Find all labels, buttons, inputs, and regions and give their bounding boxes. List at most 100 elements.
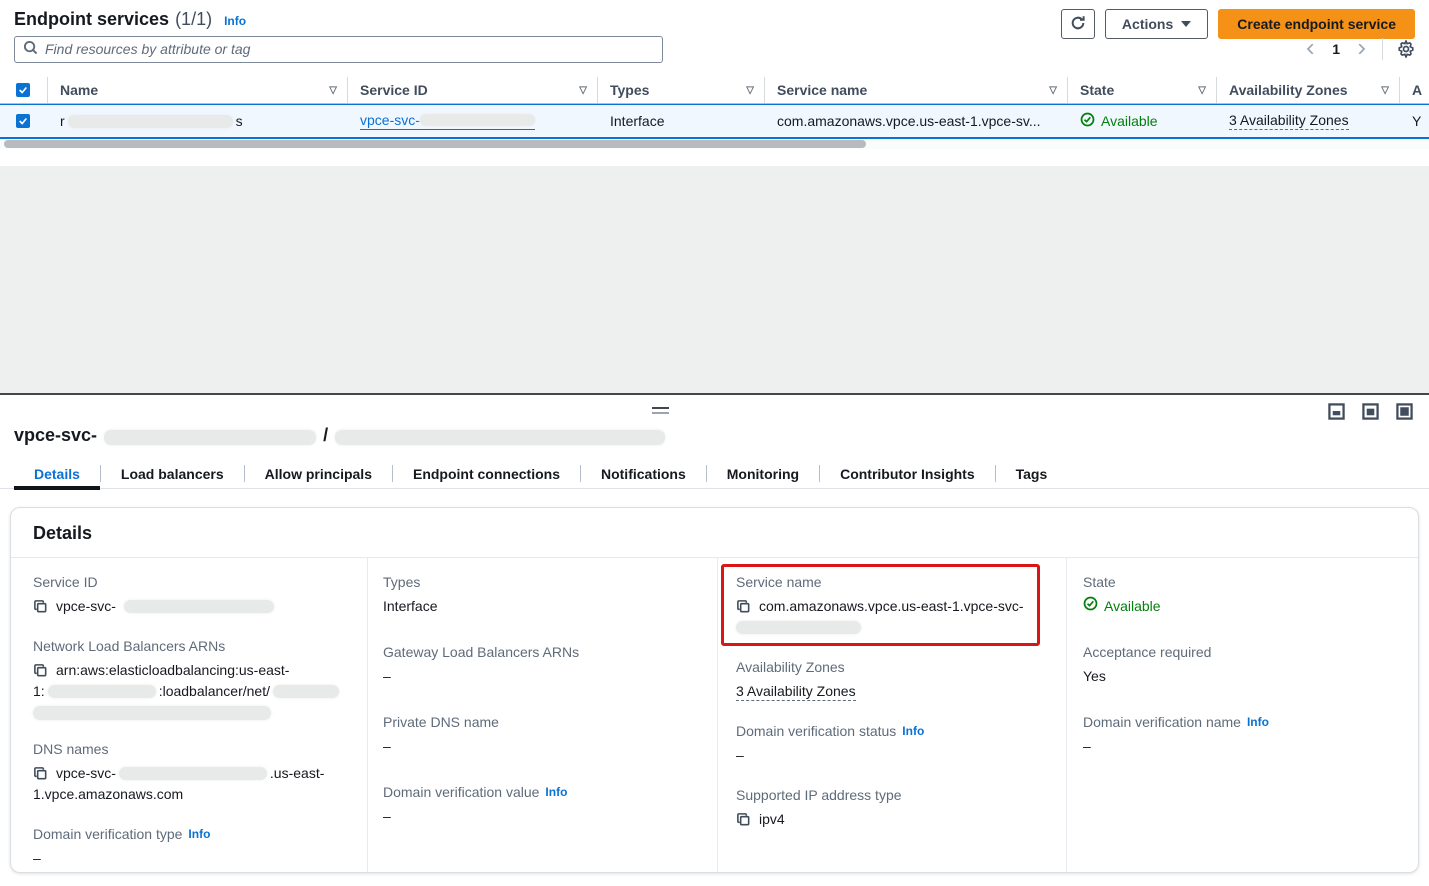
empty-value: – <box>383 806 699 827</box>
availability-zones-link[interactable]: 3 Availability Zones <box>1229 112 1349 130</box>
copy-icon[interactable] <box>33 766 48 781</box>
column-header-service-id[interactable]: Service ID ▽ <box>348 77 598 103</box>
column-header-label: A <box>1412 82 1422 98</box>
acceptance-value: Yes <box>1083 666 1400 687</box>
horizontal-scrollbar-thumb[interactable] <box>4 140 866 148</box>
panel-position-split-icon[interactable] <box>1362 403 1379 420</box>
field-label: Domain verification type <box>33 826 182 842</box>
refresh-icon <box>1070 15 1086 34</box>
select-all-checkbox[interactable] <box>16 83 30 97</box>
row-name-fragment: r <box>60 113 65 129</box>
field-label: Domain verification value <box>383 784 539 800</box>
filter-icon[interactable]: ▽ <box>329 85 337 96</box>
filter-icon[interactable]: ▽ <box>579 85 587 96</box>
field-label: Supported IP address type <box>736 787 1048 803</box>
filter-icon[interactable]: ▽ <box>1198 85 1206 96</box>
field-label: State <box>1083 574 1400 590</box>
service-id-link[interactable]: vpce-svc- <box>360 112 535 130</box>
status-badge: Available <box>1083 596 1400 617</box>
field-label: Types <box>383 574 699 590</box>
info-link[interactable]: Info <box>902 724 924 738</box>
filter-icon[interactable]: ▽ <box>1049 85 1057 96</box>
info-link[interactable]: Info <box>188 827 210 841</box>
next-page-button[interactable] <box>1354 42 1368 56</box>
row-acceptance-cell: Y <box>1400 105 1429 137</box>
copy-icon[interactable] <box>33 599 48 614</box>
dns-fragment: vpce-svc- <box>56 763 116 784</box>
types-value: Interface <box>383 596 699 617</box>
info-link[interactable]: Info <box>1247 715 1269 729</box>
field-label: Private DNS name <box>383 714 699 730</box>
content-background <box>0 166 1429 393</box>
field-dns-names: DNS names vpce-svc- .us-east- 1.vpce.ama… <box>33 741 349 805</box>
copy-icon[interactable] <box>736 599 751 614</box>
copy-icon[interactable] <box>33 663 48 678</box>
details-column-3: Service name com.amazonaws.vpce.us-east-… <box>718 558 1067 873</box>
select-all-cell <box>0 77 48 103</box>
actions-button[interactable]: Actions <box>1105 9 1208 39</box>
field-domain-verification-type: Domain verification type Info – <box>33 826 349 869</box>
row-state-cell: Available <box>1068 105 1217 137</box>
filter-icon[interactable]: ▽ <box>1381 85 1389 96</box>
panel-position-bottom-icon[interactable] <box>1328 403 1345 420</box>
endpoint-services-table: Name ▽ Service ID ▽ Types ▽ Service name… <box>0 77 1429 149</box>
details-column-4: State Available Acceptance required Yes <box>1067 558 1418 873</box>
column-header-name[interactable]: Name ▽ <box>48 77 348 103</box>
column-header-label: Name <box>60 82 98 98</box>
check-circle-icon <box>1083 596 1098 617</box>
column-header-availability-zones[interactable]: Availability Zones ▽ <box>1217 77 1400 103</box>
panel-position-full-icon[interactable] <box>1396 403 1413 420</box>
tab-allow-principals[interactable]: Allow principals <box>245 459 392 489</box>
status-badge: Available <box>1080 112 1158 130</box>
tab-monitoring[interactable]: Monitoring <box>707 459 819 489</box>
preferences-gear-button[interactable] <box>1397 40 1415 58</box>
row-name-cell: r s <box>48 105 348 137</box>
empty-value: – <box>1083 736 1400 757</box>
copy-icon[interactable] <box>736 812 751 827</box>
page-title: Endpoint services <box>14 9 169 30</box>
panel-title-prefix: vpce-svc- <box>14 425 97 446</box>
tab-tags[interactable]: Tags <box>996 459 1068 489</box>
column-header-acceptance[interactable]: A <box>1400 77 1429 103</box>
split-panel-drag-handle[interactable] <box>652 407 669 414</box>
row-checkbox[interactable] <box>16 114 30 128</box>
info-link[interactable]: Info <box>545 785 567 799</box>
empty-value: – <box>383 666 699 687</box>
column-header-types[interactable]: Types ▽ <box>598 77 765 103</box>
service-name-value: com.amazonaws.vpce.us-east-1.vpce-svc- <box>759 596 1024 617</box>
tab-load-balancers[interactable]: Load balancers <box>101 459 244 489</box>
refresh-button[interactable] <box>1061 9 1095 39</box>
filter-icon[interactable]: ▽ <box>746 85 754 96</box>
column-header-state[interactable]: State ▽ <box>1068 77 1217 103</box>
page-number[interactable]: 1 <box>1332 41 1340 57</box>
search-icon <box>23 40 38 58</box>
create-endpoint-service-button[interactable]: Create endpoint service <box>1218 9 1415 39</box>
row-types-cell: Interface <box>598 105 765 137</box>
field-domain-verification-value: Domain verification value Info – <box>383 784 699 827</box>
details-column-2: Types Interface Gateway Load Balancers A… <box>368 558 718 873</box>
resource-count: (1/1) <box>175 9 212 30</box>
row-select-cell <box>0 105 48 137</box>
tab-contributor-insights[interactable]: Contributor Insights <box>820 459 995 489</box>
redacted-name <box>68 115 233 128</box>
header-actions: Actions Create endpoint service <box>1061 9 1415 39</box>
field-label: Domain verification name <box>1083 714 1241 730</box>
column-header-service-name[interactable]: Service name ▽ <box>765 77 1068 103</box>
previous-page-button[interactable] <box>1304 42 1318 56</box>
page-title-group: Endpoint services (1/1) Info <box>14 9 246 30</box>
field-private-dns-name: Private DNS name – <box>383 714 699 757</box>
field-glb-arns: Gateway Load Balancers ARNs – <box>383 644 699 687</box>
header-info-link[interactable]: Info <box>224 14 246 28</box>
nlb-arn-fragment: 1: <box>33 681 45 702</box>
nlb-arn-fragment: :loadbalancer/net/ <box>159 681 270 702</box>
search-box[interactable] <box>14 36 663 63</box>
tab-endpoint-connections[interactable]: Endpoint connections <box>393 459 580 489</box>
row-service-id-cell: vpce-svc- <box>348 105 598 137</box>
service-id-prefix: vpce-svc- <box>56 596 116 617</box>
tab-details[interactable]: Details <box>14 459 100 489</box>
field-label: Acceptance required <box>1083 644 1400 660</box>
availability-zones-link[interactable]: 3 Availability Zones <box>736 683 856 701</box>
tab-notifications[interactable]: Notifications <box>581 459 706 489</box>
search-input[interactable] <box>45 41 654 57</box>
detail-tabs: Details Load balancers Allow principals … <box>0 459 1429 489</box>
